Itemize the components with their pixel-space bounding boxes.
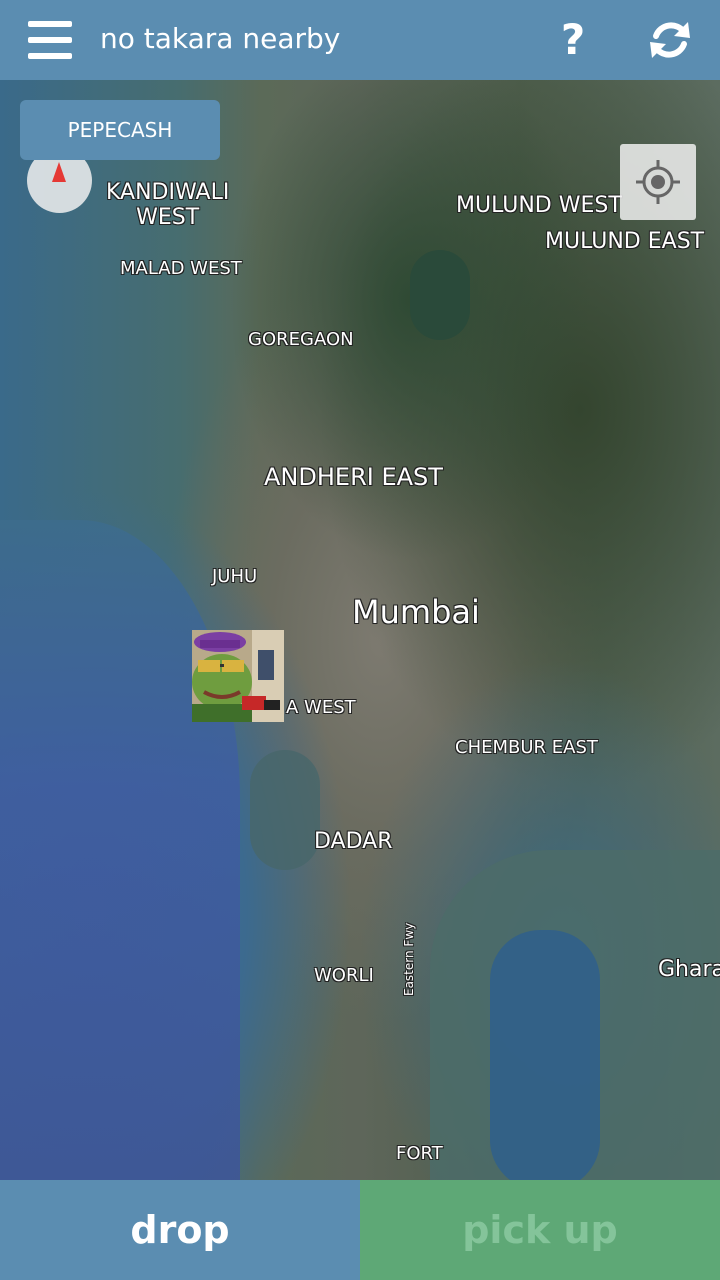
pepecash-button[interactable]: PEPECASH [20, 100, 220, 160]
question-mark-icon[interactable]: ? [553, 14, 593, 66]
map-label-kandiwali-west-line2: WEST [136, 205, 200, 230]
map-label-dadar: DADAR [314, 829, 393, 854]
map-label-kandiwali-west-line1: KANDIWALI [106, 180, 230, 205]
refresh-icon[interactable] [646, 16, 694, 64]
pepe-avatar-marker[interactable] [192, 630, 284, 722]
my-location-icon [636, 160, 680, 204]
creek-area [250, 750, 320, 870]
compass-needle-icon [52, 162, 66, 182]
map-label-gharapuri: Ghara [658, 957, 720, 982]
map-label-eastern-fwy: Eastern Fwy [402, 922, 416, 996]
map-label-malad-west: MALAD WEST [120, 258, 242, 279]
status-title: no takara nearby [100, 22, 341, 55]
map-label-bandra-west: A WEST [286, 697, 356, 718]
map-label-juhu: JUHU [212, 566, 258, 587]
bottom-action-bar: drop pick up [0, 1180, 720, 1280]
drop-button[interactable]: drop [0, 1180, 360, 1280]
map-label-worli: WORLI [314, 965, 374, 986]
map-label-goregaon: GOREGAON [248, 329, 354, 350]
map-label-mumbai: Mumbai [352, 593, 480, 631]
map-label-mulund-west: MULUND WEST [456, 193, 622, 218]
map-label-kandiwali-west: KANDIWALI WEST [106, 180, 229, 230]
pepe-avatar-icon [192, 630, 284, 722]
map-label-mulund-east: MULUND EAST [545, 229, 705, 254]
sea-area [0, 520, 240, 1180]
pick-up-button[interactable]: pick up [360, 1180, 720, 1280]
bay-area [490, 930, 600, 1180]
hamburger-menu-icon[interactable] [28, 21, 72, 59]
map-label-fort: FORT [396, 1143, 443, 1164]
lake-area [410, 250, 470, 340]
app-bar: no takara nearby ? [0, 0, 720, 80]
my-location-button[interactable] [620, 144, 696, 220]
map-label-andheri-east: ANDHERI EAST [264, 463, 443, 491]
map-label-chembur-east: CHEMBUR EAST [455, 737, 598, 758]
